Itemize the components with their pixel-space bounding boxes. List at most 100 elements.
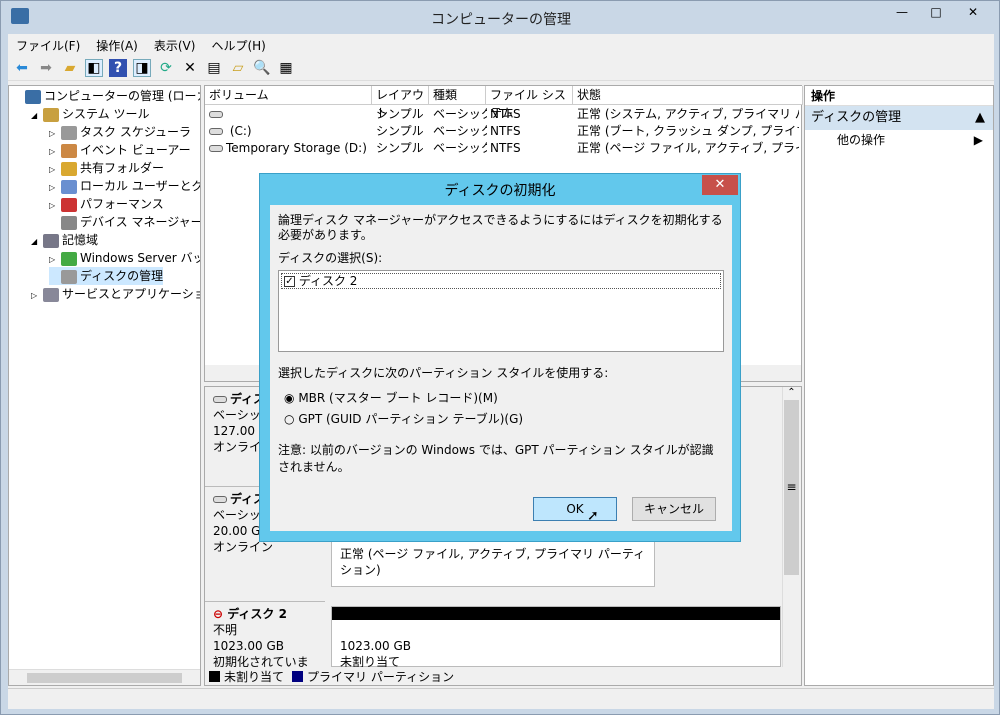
- menu-view[interactable]: 表示(V): [146, 34, 204, 55]
- tree-item[interactable]: ▷Windows Server バックアップ: [49, 249, 200, 267]
- tree-node-icon: [25, 89, 41, 104]
- tree-item[interactable]: ▷ イベント ビューアー: [49, 141, 191, 159]
- tree-item[interactable]: ▷ 共有フォルダー: [49, 159, 164, 177]
- volume-cell: シンプル: [376, 107, 424, 121]
- search-icon[interactable]: 🔍: [253, 59, 271, 77]
- tree-item-label: イベント ビューアー: [80, 143, 191, 157]
- tree-item[interactable]: ▷ パフォーマンス: [49, 195, 164, 213]
- column-status[interactable]: 状態: [573, 86, 803, 105]
- compatibility-note: 注意: 以前のバージョンの Windows では、GPT パーティション スタイ…: [278, 443, 714, 474]
- volume-icon: [209, 145, 223, 152]
- open-icon[interactable]: ▱: [229, 59, 247, 77]
- disk-2-checkbox[interactable]: ✓: [284, 276, 295, 287]
- gpt-label: GPT (GUID パーティション テーブル)(G): [298, 412, 524, 426]
- tree-item[interactable]: コンピューターの管理 (ローカル): [13, 87, 200, 105]
- action-label: 他の操作: [837, 133, 886, 147]
- expander-icon[interactable]: ▷: [31, 287, 43, 305]
- back-icon[interactable]: ⬅: [13, 59, 31, 77]
- forward-icon[interactable]: ➡: [37, 59, 55, 77]
- chevron-right-icon: ▶: [973, 133, 983, 147]
- menu-action[interactable]: 操作(A): [88, 34, 146, 55]
- scroll-up-icon[interactable]: ⌃: [783, 387, 800, 398]
- tree-node-icon: [61, 125, 77, 140]
- section-label: ディスクの管理: [811, 110, 902, 125]
- gpt-option[interactable]: ○ GPT (GUID パーティション テーブル)(G): [278, 410, 724, 427]
- tree-item-label: サービスとアプリケーション: [62, 287, 200, 301]
- disk-2-unallocated-region[interactable]: 1023.00 GB 未割り当て: [331, 606, 781, 669]
- tree-item[interactable]: ディスクの管理: [49, 267, 164, 285]
- volume-cell: 正常 (システム, アクティブ, プライマリ パーティション): [577, 107, 799, 121]
- column-filesystem[interactable]: ファイル システム: [486, 86, 573, 120]
- ok-button[interactable]: OK: [533, 497, 617, 521]
- tree-node-icon: [43, 107, 59, 122]
- tree-item[interactable]: ▷ タスク スケジューラ: [49, 123, 191, 141]
- column-volume[interactable]: ボリューム: [205, 86, 372, 105]
- tree-item[interactable]: デバイス マネージャー: [49, 213, 201, 231]
- disk-2-list-item[interactable]: ✓ ディスク 2: [281, 273, 721, 289]
- actions-section-disk-management[interactable]: ディスクの管理 ▲: [805, 106, 993, 130]
- window-title: コンピューターの管理: [431, 12, 571, 28]
- dialog-close-button[interactable]: ✕: [702, 175, 738, 195]
- tree-node-icon: [61, 251, 77, 266]
- maximize-button[interactable]: □: [919, 2, 953, 22]
- tree-node-icon: [61, 179, 77, 194]
- disk-select-label: ディスクの選択(S):: [278, 251, 383, 265]
- tree-node-icon: [43, 233, 59, 248]
- scrollbar-thumb[interactable]: [27, 673, 182, 683]
- unallocated-bar: [332, 607, 780, 620]
- action-more[interactable]: 他の操作 ▶: [805, 130, 993, 150]
- volume-cell: ベーシック: [433, 124, 487, 138]
- close-button[interactable]: ✕: [953, 2, 993, 22]
- volume-name: (C:): [226, 124, 252, 138]
- tree-node-icon: [61, 143, 77, 158]
- delete-icon[interactable]: ✕: [181, 59, 199, 77]
- mbr-option[interactable]: ◉ MBR (マスター ブート レコード)(M): [278, 389, 724, 406]
- disk-2-info[interactable]: ⊖ ディスク 2 不明 1023.00 GB 初期化されていません: [205, 602, 325, 685]
- tree-item[interactable]: ◢ 記憶域: [31, 231, 98, 249]
- show-hide-action-icon[interactable]: ◨: [133, 58, 151, 77]
- column-layout[interactable]: レイアウト: [372, 86, 429, 120]
- menu-file[interactable]: ファイル(F): [8, 34, 88, 55]
- tree-item-label: デバイス マネージャー: [80, 215, 201, 229]
- disk-view-vertical-scrollbar[interactable]: ⌃ ≡: [782, 387, 800, 667]
- tree-horizontal-scrollbar[interactable]: [9, 669, 200, 685]
- properties-icon[interactable]: ▤: [205, 59, 223, 77]
- legend: 未割り当て プライマリ パーティション: [205, 667, 785, 685]
- volume-cell: 正常 (ページ ファイル, アクティブ, プライマリ パーティション): [577, 141, 799, 155]
- partition-size: 1023.00 GB: [340, 639, 411, 653]
- tree-node-icon: [43, 287, 59, 302]
- volume-cell: ベーシック: [433, 141, 487, 155]
- refresh-icon[interactable]: ⟳: [157, 59, 175, 77]
- volume-cell: シンプル: [376, 124, 424, 138]
- expander-icon[interactable]: ◢: [31, 107, 43, 125]
- help-icon[interactable]: ?: [109, 58, 127, 77]
- primary-swatch: [292, 670, 304, 682]
- column-type[interactable]: 種類: [429, 86, 486, 105]
- tree-node-icon: [61, 269, 77, 284]
- disk-name: ディスク 2: [227, 607, 287, 621]
- volume-cell: Temporary Storage (D:): [209, 140, 373, 157]
- up-folder-icon[interactable]: ▰: [61, 59, 79, 77]
- expander-icon[interactable]: ◢: [31, 233, 43, 251]
- settings-icon[interactable]: ▦: [277, 59, 295, 77]
- tree-item[interactable]: ▷ローカル ユーザーとグループ: [49, 177, 200, 195]
- scrollbar-thumb[interactable]: ≡: [784, 400, 799, 575]
- tree-item[interactable]: ▷ サービスとアプリケーション: [31, 285, 200, 305]
- gpt-radio[interactable]: ○: [284, 412, 294, 426]
- tree-item-label: パフォーマンス: [80, 197, 164, 211]
- cancel-button[interactable]: キャンセル: [632, 497, 716, 521]
- volume-cell: シンプル: [376, 141, 424, 155]
- volume-icon: [209, 111, 223, 118]
- menu-help[interactable]: ヘルプ(H): [203, 34, 273, 55]
- volume-cell: NTFS: [490, 107, 521, 121]
- show-hide-tree-icon[interactable]: ◧: [85, 58, 103, 77]
- dialog-body: 論理ディスク マネージャーがアクセスできるようにするにはディスクを初期化する必要…: [270, 205, 732, 531]
- volume-cell: NTFS: [490, 141, 521, 155]
- minimize-button[interactable]: —: [885, 2, 919, 22]
- tree-item[interactable]: ◢ システム ツール: [31, 105, 149, 123]
- tree-node-icon: [61, 161, 77, 176]
- mbr-radio[interactable]: ◉: [284, 391, 294, 405]
- disk-select-list[interactable]: ✓ ディスク 2: [278, 270, 724, 352]
- disk-item-label: ディスク 2: [298, 274, 358, 288]
- legend-unallocated: 未割り当て: [224, 669, 285, 684]
